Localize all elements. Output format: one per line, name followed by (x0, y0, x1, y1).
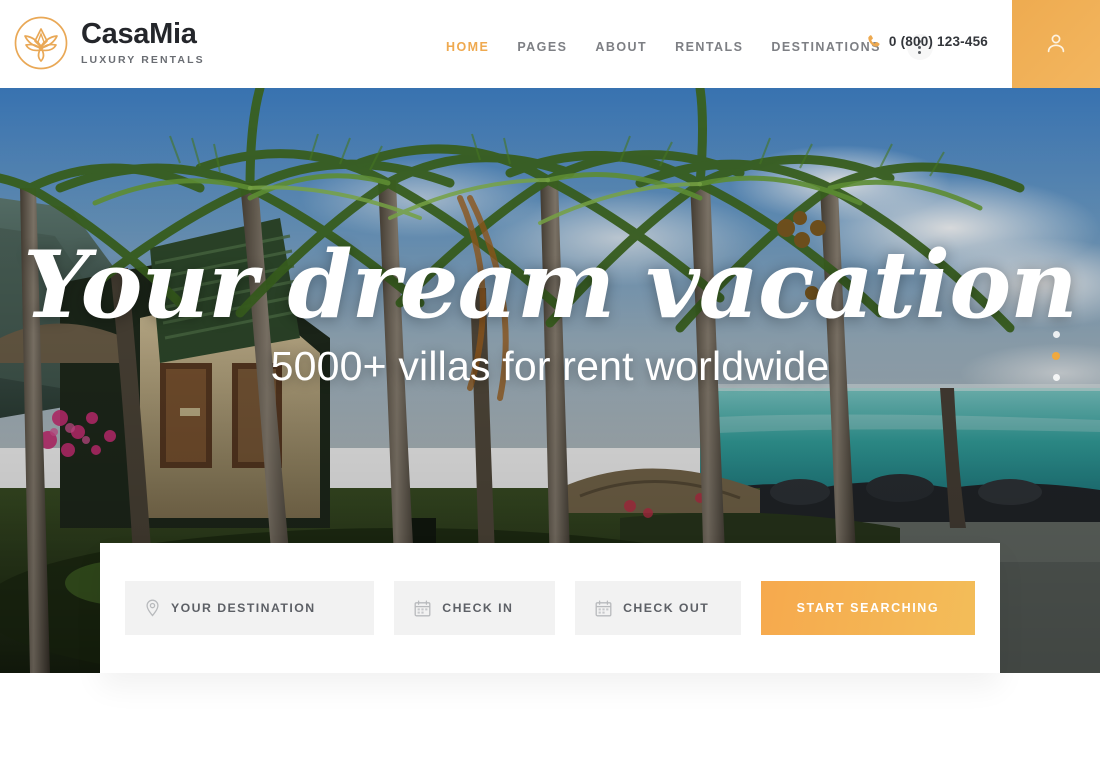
brand-tagline: LUXURY RENTALS (81, 54, 205, 66)
brand-name: CasaMia (81, 18, 197, 50)
start-searching-label: START SEARCHING (796, 601, 940, 615)
start-searching-button[interactable]: START SEARCHING (760, 581, 975, 635)
page-root: Your dream vacation 5000+ villas for ren… (0, 0, 1100, 760)
user-account-icon (1047, 34, 1065, 53)
hero-subtitle: 5000+ villas for rent worldwide (270, 343, 830, 389)
nav-item-rentals[interactable]: RENTALS (661, 36, 757, 58)
check-in-label: CHECK IN (442, 601, 514, 615)
destination-label: YOUR DESTINATION (171, 601, 316, 615)
slider-dot-1[interactable] (1052, 331, 1060, 338)
calendar-icon (414, 600, 431, 616)
check-out-input[interactable]: CHECK OUT (575, 581, 741, 635)
nav-item-about[interactable]: ABOUT (581, 36, 661, 58)
slider-dot-3[interactable] (1052, 374, 1060, 381)
site-header: CasaMia LUXURY RENTALS HOME PAGES ABOUT … (0, 0, 1100, 88)
destination-input[interactable]: YOUR DESTINATION (125, 581, 375, 635)
main-navigation: HOME PAGES ABOUT RENTALS DESTINATIONS (432, 34, 933, 60)
check-in-input[interactable]: CHECK IN (394, 581, 556, 635)
map-pin-icon (146, 599, 159, 617)
hero-text-block: Your dream vacation 5000+ villas for ren… (0, 238, 1100, 390)
brand-logo[interactable]: CasaMia LUXURY RENTALS (12, 14, 205, 72)
brand-text: CasaMia LUXURY RENTALS (81, 18, 205, 67)
account-button[interactable] (1012, 0, 1100, 88)
nav-item-pages[interactable]: PAGES (503, 36, 581, 58)
hero-slider-pagination[interactable] (1052, 331, 1060, 381)
search-panel: YOUR DESTINATION CHECK IN CHECK OUT STAR… (100, 543, 1000, 673)
phone-icon (868, 35, 880, 47)
calendar-icon (595, 600, 612, 616)
slider-dot-2-active[interactable] (1052, 352, 1060, 360)
dot (918, 51, 922, 54)
phone-contact[interactable]: 0 (800) 123-456 (867, 34, 988, 49)
hero-title: Your dream vacation (23, 230, 1078, 339)
nav-item-home[interactable]: HOME (432, 36, 503, 58)
lotus-flower-circle-icon (14, 16, 68, 70)
check-out-label: CHECK OUT (623, 601, 710, 615)
phone-number: 0 (800) 123-456 (888, 34, 988, 49)
